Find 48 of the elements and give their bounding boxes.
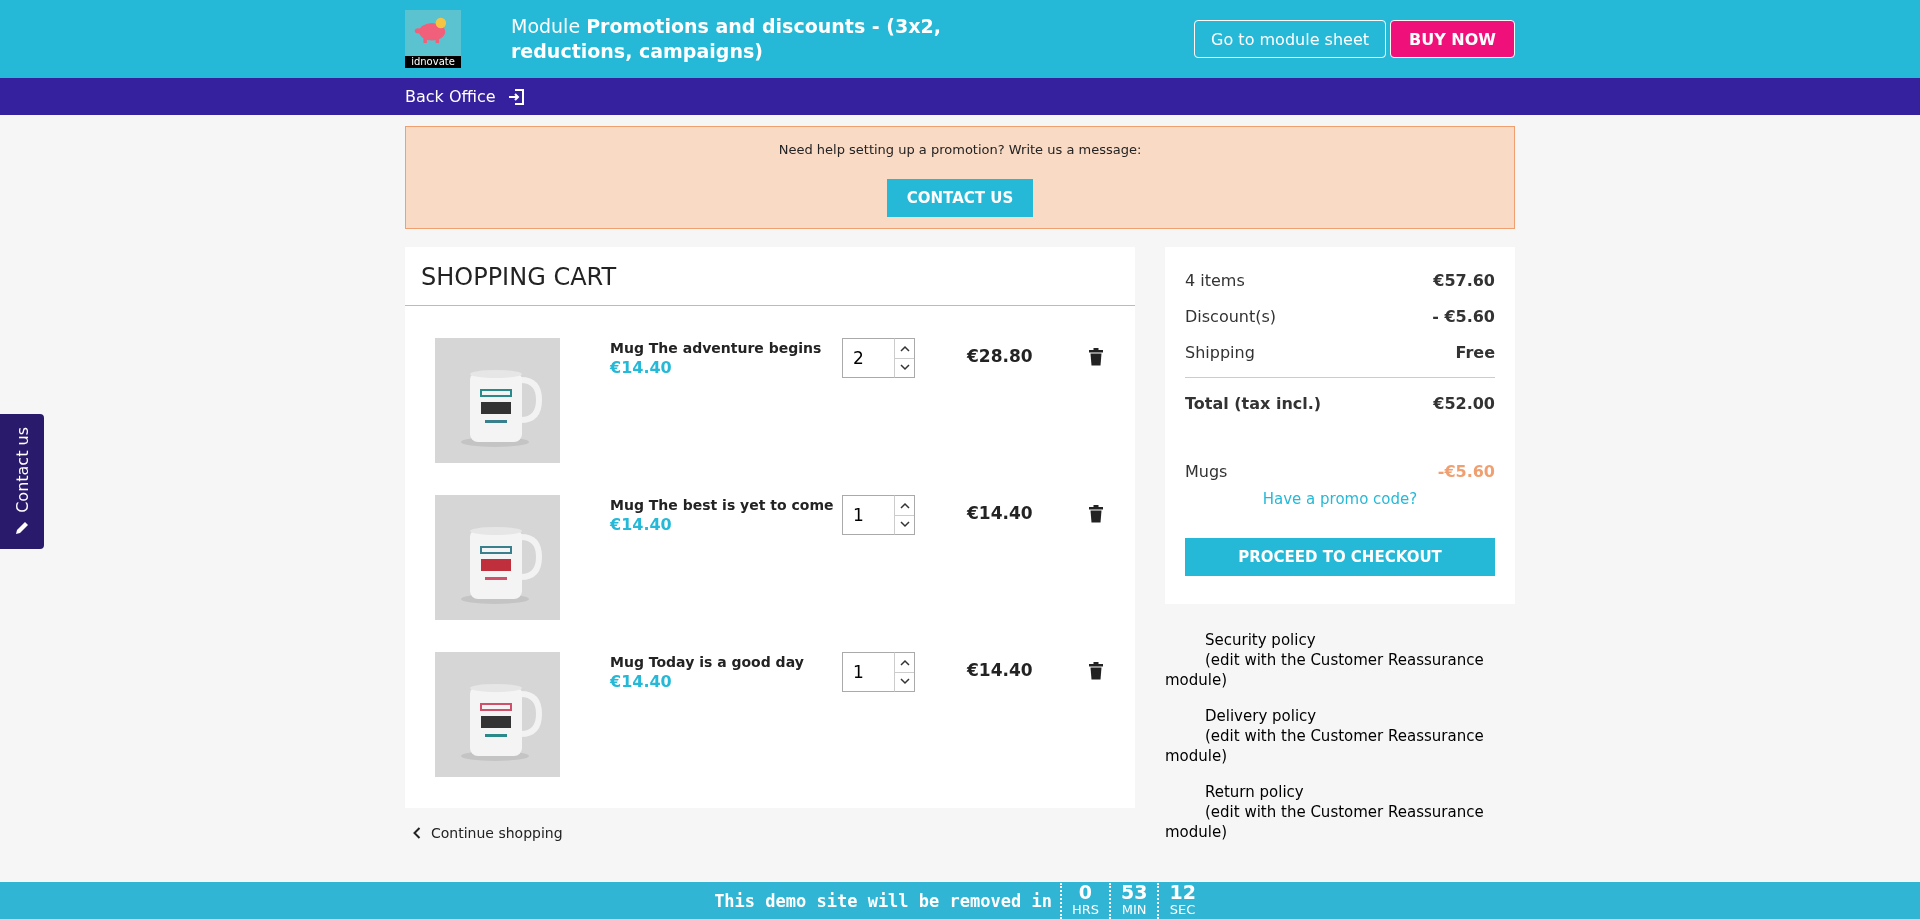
module-title: Module Promotions and discounts - (3x2, reductions, campaigns)	[511, 14, 942, 64]
summary-label: Discount(s)	[1185, 306, 1277, 328]
product-name[interactable]: Mug Today is a good day	[610, 654, 840, 670]
voucher-value: -€5.60	[1437, 461, 1495, 483]
policy-title: Return policy	[1204, 782, 1305, 802]
policy-note: (edit with the Customer Reassurance module)	[1165, 802, 1485, 842]
unit-price: €14.40	[610, 515, 673, 534]
cart-title: SHOPPING CART	[405, 247, 1135, 306]
policy-title: Security policy	[1204, 630, 1317, 650]
quantity-field[interactable]: 2	[842, 338, 894, 378]
policy-note: (edit with the Customer Reassurance module)	[1165, 650, 1485, 690]
product-name[interactable]: Mug The best is yet to come	[610, 497, 840, 513]
quantity-field[interactable]: 1	[842, 495, 894, 535]
quantity-field[interactable]: 1	[842, 652, 894, 692]
trash-icon[interactable]	[1089, 662, 1103, 680]
chevron-left-icon	[413, 827, 421, 839]
summary-value: €57.60	[1433, 270, 1495, 292]
back-office-link[interactable]: Back Office	[405, 87, 496, 106]
voucher-name: Mugs	[1185, 461, 1228, 483]
summary-label: Shipping	[1185, 342, 1255, 364]
summary-value: €52.00	[1433, 393, 1495, 415]
line-total: €14.40	[967, 659, 1034, 680]
trash-icon[interactable]	[1089, 505, 1103, 523]
summary-value: Free	[1455, 342, 1495, 364]
summary-label: Total (tax incl.)	[1185, 393, 1322, 415]
countdown-unit: HRS	[1071, 900, 1099, 919]
unit-price: €14.40	[610, 358, 673, 377]
summary-label: 4 items	[1185, 270, 1245, 292]
help-text: Need help setting up a promotion? Write us a message:	[778, 142, 1142, 157]
line-total: €28.80	[967, 345, 1034, 366]
countdown-value: 12	[1169, 882, 1196, 901]
countdown-unit: MIN	[1121, 900, 1147, 919]
demo-notice: This demo site will be removed in	[714, 890, 1053, 911]
summary-value: - €5.60	[1432, 306, 1495, 328]
contact-side-tab[interactable]: Contact us	[0, 414, 44, 549]
logo-text: idnovate	[405, 56, 461, 68]
buy-button[interactable]: BUY NOW	[1390, 20, 1515, 58]
countdown-value: 53	[1120, 882, 1148, 901]
policy-note: (edit with the Customer Reassurance module)	[1165, 726, 1485, 766]
countdown-unit: SEC	[1169, 900, 1196, 919]
line-total: €14.40	[967, 502, 1034, 523]
policy-title: Delivery policy	[1204, 706, 1318, 726]
exit-icon	[507, 87, 526, 106]
countdown-value: 0	[1078, 882, 1093, 901]
trash-icon[interactable]	[1089, 348, 1103, 366]
unit-price: €14.40	[610, 672, 673, 691]
pencil-icon	[14, 520, 30, 537]
product-name[interactable]: Mug The adventure begins	[610, 340, 840, 356]
